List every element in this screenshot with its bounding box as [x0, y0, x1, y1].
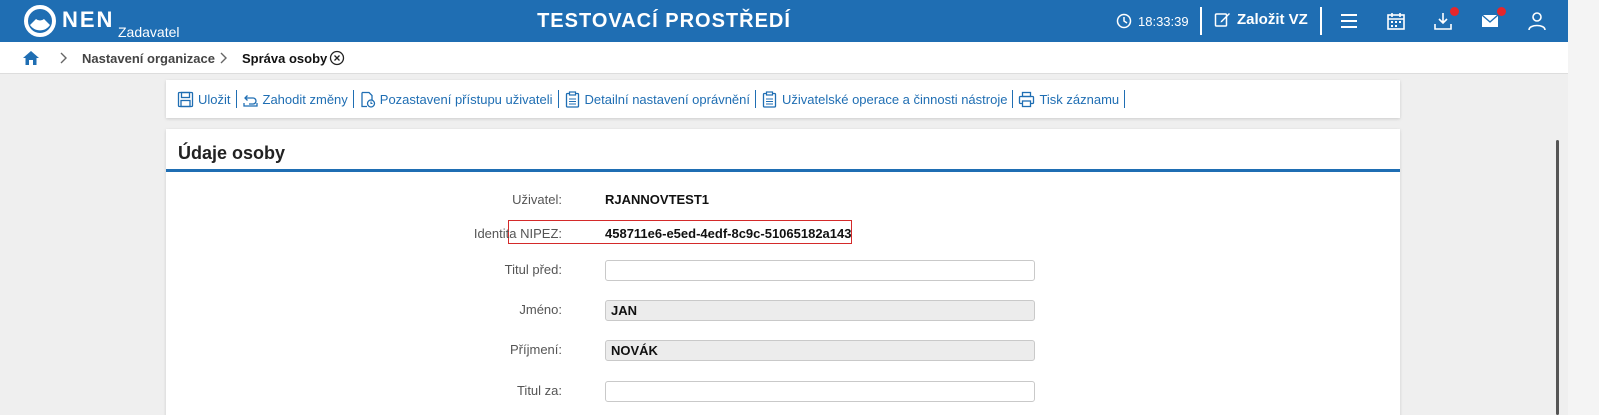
- edit-icon: [1214, 13, 1230, 27]
- discard-changes-button[interactable]: Zahodit změny: [237, 91, 353, 108]
- breadcrumb: Nastavení organizace Správa osoby: [0, 42, 1568, 74]
- suspend-access-label: Pozastavení přístupu uživateli: [379, 91, 553, 107]
- user-profile-icon[interactable]: [1527, 11, 1547, 31]
- page-scrollbar-thumb[interactable]: [1556, 140, 1559, 415]
- user-operations-label: Uživatelské operace a činnosti nástroje: [782, 91, 1008, 107]
- detailed-permissions-button[interactable]: Detailní nastavení oprávnění: [559, 90, 756, 108]
- clock-time: 18:33:39: [1138, 13, 1189, 29]
- panel-title-underline: [166, 169, 1400, 172]
- last-name-label: Příjmení:: [509, 342, 562, 357]
- print-record-button[interactable]: Tisk záznamu: [1013, 91, 1124, 108]
- download-notification-dot: [1450, 7, 1459, 16]
- close-icon[interactable]: [329, 50, 345, 66]
- top-header: NEN Zadavatel TESTOVACÍ PROSTŘEDÍ 18:33:…: [0, 0, 1568, 42]
- save-label: Uložit: [198, 91, 231, 107]
- clipboard-icon: [762, 90, 777, 108]
- panel-title: Údaje osoby: [178, 143, 286, 163]
- detailed-permissions-label: Detailní nastavení oprávnění: [584, 91, 751, 107]
- title-before-label: Titul před:: [504, 262, 562, 277]
- menu-icon[interactable]: [1339, 11, 1359, 31]
- title-after-label: Titul za:: [516, 383, 562, 398]
- header-divider: [1320, 7, 1322, 35]
- clipboard-icon: [565, 90, 579, 108]
- user-label: Uživatel:: [512, 192, 562, 207]
- header-divider: [1200, 7, 1202, 35]
- breadcrumb-item-person-management: Správa osoby: [242, 51, 328, 66]
- chevron-right-icon: [60, 52, 67, 64]
- discard-changes-label: Zahodit změny: [262, 91, 348, 107]
- user-value: RJANNOVTEST1: [605, 192, 710, 207]
- toolbar-divider: [1124, 90, 1126, 108]
- create-vz-button[interactable]: Založit VZ: [1214, 11, 1308, 28]
- first-name-label: Jméno:: [519, 302, 562, 317]
- download-button[interactable]: [1433, 7, 1459, 31]
- calendar-icon[interactable]: [1386, 11, 1406, 31]
- clock-icon: [1116, 13, 1132, 29]
- chevron-right-icon: [220, 52, 227, 64]
- messages-notification-dot: [1497, 7, 1506, 16]
- action-toolbar: Uložit Zahodit změny Pozastavení přístup…: [166, 80, 1400, 118]
- person-details-panel: Údaje osoby Uživatel: RJANNOVTEST1 Ident…: [166, 129, 1400, 415]
- environment-title: TESTOVACÍ PROSTŘEDÍ: [537, 10, 791, 32]
- user-operations-button[interactable]: Uživatelské operace a činnosti nástroje: [756, 90, 1012, 108]
- title-before-input[interactable]: [605, 260, 1035, 281]
- suspend-access-button[interactable]: Pozastavení přístupu uživateli: [354, 91, 558, 108]
- title-after-input[interactable]: [605, 381, 1035, 402]
- identity-nipez-label: Identita NIPEZ:: [473, 226, 562, 241]
- last-name-field: [605, 340, 1035, 361]
- floppy-icon: [177, 91, 194, 107]
- page-scrollbar-track[interactable]: [1568, 0, 1599, 415]
- first-name-field: [605, 300, 1035, 321]
- home-icon[interactable]: [22, 49, 40, 67]
- session-clock: 18:33:39: [1116, 13, 1189, 29]
- print-record-label: Tisk záznamu: [1039, 91, 1120, 107]
- undo-icon: [242, 94, 258, 107]
- printer-icon: [1019, 91, 1035, 107]
- create-vz-label: Založit VZ: [1237, 11, 1308, 28]
- document-clock-icon: [361, 91, 375, 108]
- identity-nipez-value: 458711e6-e5ed-4edf-8c9c-51065182a143: [605, 226, 852, 241]
- messages-button[interactable]: [1480, 7, 1506, 31]
- breadcrumb-item-organization-settings[interactable]: Nastavení organizace: [82, 51, 215, 66]
- save-button[interactable]: Uložit: [172, 91, 236, 108]
